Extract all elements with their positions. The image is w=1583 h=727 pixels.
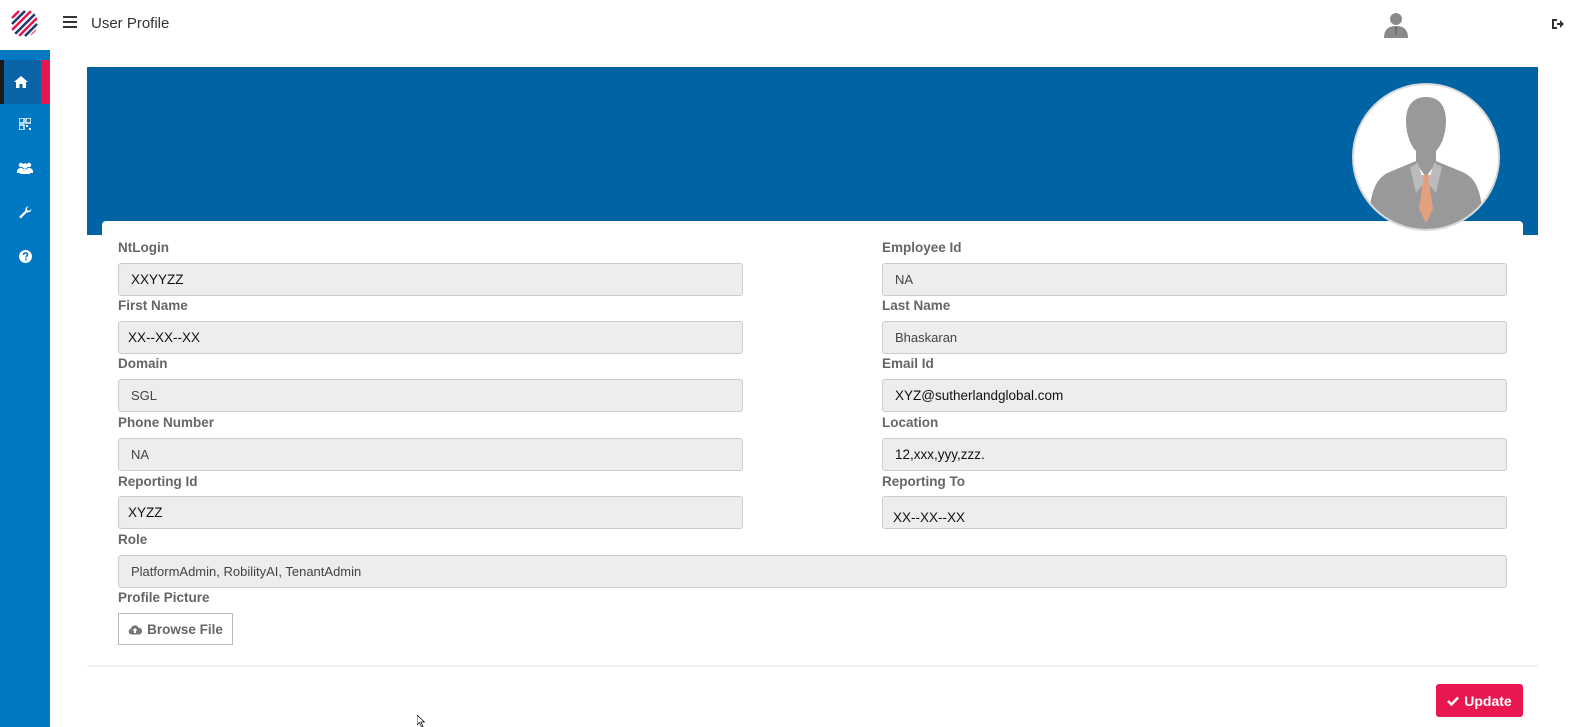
help-icon (18, 249, 32, 263)
domain-field[interactable]: SGL (118, 379, 743, 412)
reporting-to-field[interactable]: XX--XX--XX (882, 496, 1507, 529)
role-field[interactable]: PlatformAdmin, RobilityAI, TenantAdmin (118, 555, 1507, 588)
ntlogin-label: NtLogin (118, 240, 169, 255)
phone-number-field[interactable]: NA (118, 438, 743, 471)
last-name-field[interactable]: Bhaskaran (882, 321, 1507, 354)
sidebar (0, 50, 50, 727)
role-label: Role (118, 532, 148, 547)
location-label: Location (882, 415, 939, 430)
email-id-label: Email Id (882, 356, 934, 371)
user-avatar-icon[interactable] (1384, 12, 1408, 38)
reporting-id-field[interactable]: XYZZ (118, 496, 743, 529)
phone-number-label: Phone Number (118, 415, 215, 430)
location-field[interactable]: 12,xxx,yyy,zzz. (882, 438, 1507, 471)
email-id-field[interactable]: XYZ@sutherlandglobal.com (882, 379, 1507, 412)
first-name-field[interactable]: XX--XX--XX (118, 321, 743, 354)
wrench-icon (18, 205, 31, 218)
brand-logo[interactable] (10, 9, 38, 37)
users-icon (17, 162, 33, 174)
top-bar: User Profile (0, 0, 1583, 50)
update-button[interactable]: Update (1436, 684, 1523, 717)
profile-picture (1352, 83, 1500, 231)
hamburger-menu-icon[interactable] (63, 16, 77, 32)
person-silhouette-icon (1368, 97, 1484, 229)
cloud-upload-icon (128, 624, 143, 634)
dashboard-icon (19, 118, 31, 130)
sidebar-item-users[interactable] (0, 146, 50, 190)
footer-divider (87, 665, 1538, 667)
sidebar-item-settings[interactable] (0, 190, 50, 234)
profile-picture-label: Profile Picture (118, 590, 210, 605)
employee-id-label: Employee Id (882, 240, 962, 255)
profile-banner (87, 67, 1538, 235)
ntlogin-field[interactable]: XXYYZZ (118, 263, 743, 296)
logout-icon[interactable] (1551, 17, 1565, 31)
sidebar-item-help[interactable] (0, 234, 50, 278)
check-icon (1447, 696, 1460, 706)
browse-file-button[interactable]: Browse File (118, 613, 233, 645)
sidebar-item-dashboard[interactable] (0, 102, 50, 146)
reporting-to-label: Reporting To (882, 474, 965, 489)
domain-label: Domain (118, 356, 168, 371)
home-icon (14, 76, 28, 88)
first-name-label: First Name (118, 298, 188, 313)
mouse-cursor-icon (417, 715, 425, 727)
update-label: Update (1464, 692, 1512, 709)
employee-id-field[interactable]: NA (882, 263, 1507, 296)
reporting-id-label: Reporting Id (118, 474, 198, 489)
page-title: User Profile (91, 15, 170, 32)
last-name-label: Last Name (882, 298, 951, 313)
sidebar-item-home[interactable] (0, 60, 50, 104)
browse-file-label: Browse File (147, 621, 223, 637)
